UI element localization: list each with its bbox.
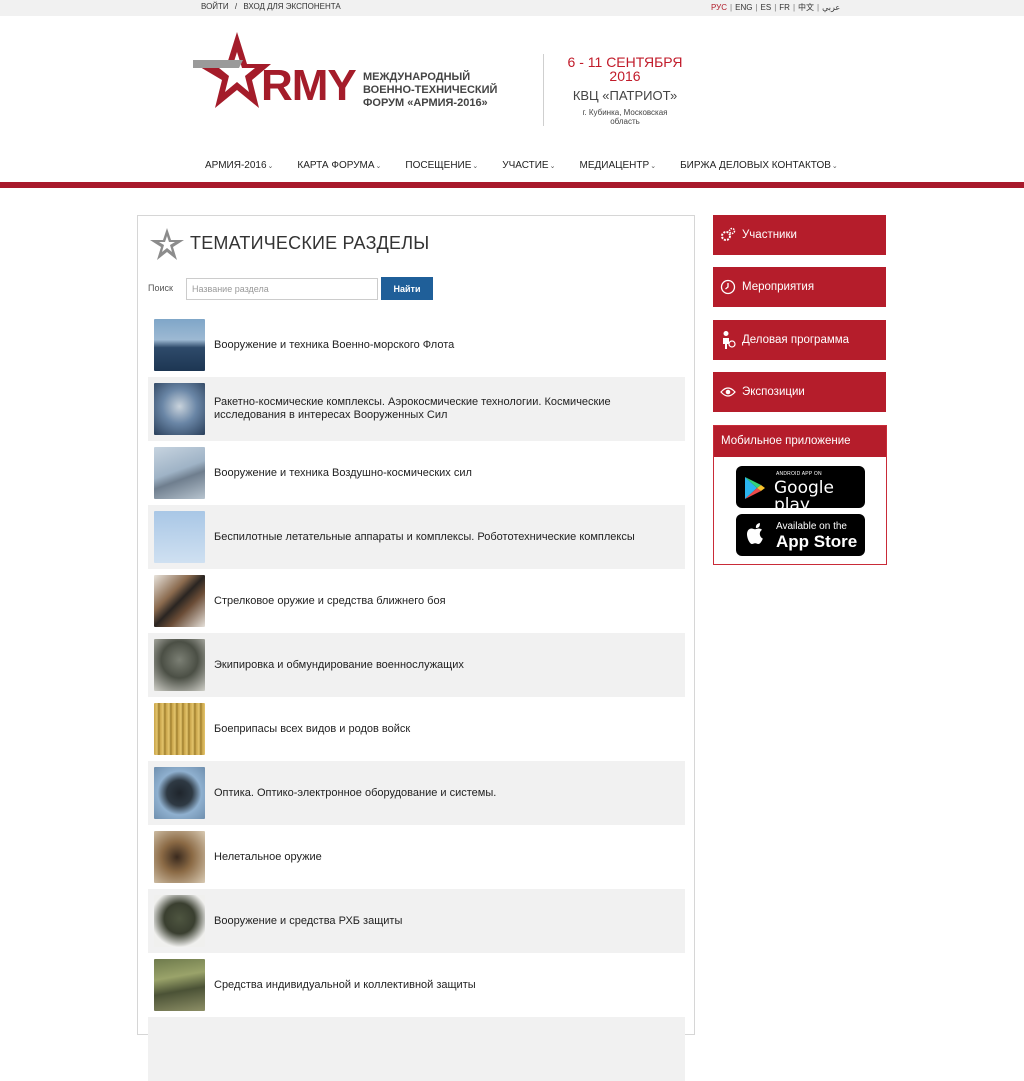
events-button[interactable]: Мероприятия [713,267,886,307]
search-label: Поиск [148,283,173,293]
event-venue: КВЦ «ПАТРИОТ» [572,88,678,103]
list-item[interactable]: Нелетальное оружие [148,825,685,889]
section-label: Средства индивидуальной и коллективной з… [214,978,476,991]
chem-protection-thumbnail [154,895,205,947]
camouflage-thumbnail [154,959,205,1011]
nav-item-participation[interactable]: Участие⌄ [502,160,555,174]
gas-mask-thumbnail [154,639,205,691]
search-button[interactable]: Найти [381,277,433,300]
list-item[interactable]: Стрелковое оружие и средства ближнего бо… [148,569,685,633]
top-utility-bar: Войти / Вход для экспонента РУС | ENG | ES | F… [0,0,1024,16]
participants-button[interactable]: Участники [713,215,886,255]
events-label: Мероприятия [742,281,815,293]
business-program-button[interactable]: Деловая программа [713,320,886,360]
page-title: Тематические разделы [190,233,430,253]
event-info: 6 - 11 СЕНТЯБРЯ 2016 КВЦ «ПАТРИОТ» г. Ку… [560,55,690,126]
forum-name-line2: военно-технический [363,84,498,96]
app-store-big-text: App Store [776,532,858,551]
event-place: г. Кубинка, Московская область [582,108,668,126]
cockpit-thumbnail [154,383,205,435]
clock-icon [719,278,737,296]
forum-name: Международный военно-технический форум «… [363,71,497,110]
app-store-badge[interactable]: Available on the App Store [736,514,865,556]
list-item[interactable]: Ракетно-космические комплексы. Аэрокосми… [148,377,685,441]
rifles-thumbnail [154,575,205,627]
section-label: Вооружение и средства РХБ защиты [214,914,403,927]
exhibitor-login-link[interactable]: Вход для экспонента [243,2,340,11]
nav-item-business-exchange[interactable]: Биржа деловых контактов⌄ [680,160,838,174]
nav-item-army-2016[interactable]: Армия-2016⌄ [205,160,273,174]
list-item[interactable]: Беспилотные летательные аппараты и компл… [148,505,685,569]
lang-fr[interactable]: FR [779,3,790,12]
expositions-label: Экспозиции [742,386,805,398]
section-label: Беспилотные летательные аппараты и компл… [214,530,635,543]
event-dates-line1: 6 - 11 СЕНТЯБРЯ [567,54,683,70]
list-item[interactable]: Вооружение и средства РХБ защиты [148,889,685,953]
google-play-small-text: ANDROID APP ON [776,471,822,477]
list-item[interactable]: Средства индивидуальной и коллективной з… [148,953,685,1017]
google-play-badge[interactable]: ANDROID APP ON Google play [736,466,865,514]
mobile-app-box: Мобильное приложение ANDROID APP ON Goog… [713,425,887,565]
apple-icon [747,523,763,544]
list-item[interactable]: Вооружение и техника Воздушно-космически… [148,441,685,505]
nav-divider-bar [0,182,1024,188]
login-link[interactable]: Войти [201,2,229,11]
fighter-jet-thumbnail [154,447,205,499]
lang-es[interactable]: ES [761,3,772,12]
event-dates: 6 - 11 СЕНТЯБРЯ 2016 [560,55,690,83]
auth-divider: / [234,2,238,11]
lang-en[interactable]: ENG [735,3,752,12]
thematic-sections-panel: Тематические разделы Поиск Найти Вооруже… [137,215,695,1081]
navy-ship-thumbnail [154,319,205,371]
section-label: Вооружение и техника Воздушно-космически… [214,466,472,479]
lang-ru[interactable]: РУС [711,3,727,12]
gears-icon [719,226,737,244]
list-item[interactable]: Оптика. Оптико-электронное оборудование … [148,761,685,825]
list-item[interactable] [148,1017,685,1081]
optics-thumbnail [154,767,205,819]
eye-icon [719,383,737,401]
expositions-button[interactable]: Экспозиции [713,372,886,412]
logo-wordmark: RMY [261,61,357,110]
list-item[interactable]: Экипировка и обмундирование военнослужащ… [148,633,685,697]
section-label: Ракетно-космические комплексы. Аэрокосми… [214,396,611,421]
forum-name-line1: Международный [363,71,471,83]
section-label: Оптика. Оптико-электронное оборудование … [214,786,497,799]
ammunition-thumbnail [154,703,205,755]
business-program-label: Деловая программа [742,334,850,346]
army-logo[interactable]: RMY Международный военно-технический фор… [193,30,505,110]
app-store-small-text: Available on the [776,521,847,532]
section-label: Экипировка и обмундирование военнослужащ… [214,658,464,671]
list-item[interactable]: Боеприпасы всех видов и родов войск [148,697,685,761]
google-play-big-text: Google play [774,478,834,515]
event-year: 2016 [609,68,641,84]
dog-thumbnail [154,831,205,883]
forum-name-line3: форум «Армия-2016» [363,97,488,109]
main-nav: Армия-2016⌄ Карта форума⌄ Посещение⌄ Уча… [205,160,862,174]
section-label: Боеприпасы всех видов и родов войск [214,722,411,735]
mobile-app-title: Мобильное приложение [714,426,886,457]
lang-zh[interactable]: 中文 [798,3,814,12]
list-item[interactable]: Вооружение и техника Военно-морского Фло… [148,313,685,377]
lang-ar[interactable]: عربي [822,3,840,12]
nav-item-forum-map[interactable]: Карта форума⌄ [297,160,381,174]
nav-item-visit[interactable]: Посещение⌄ [405,160,478,174]
auth-links: Войти / Вход для экспонента [201,2,341,11]
nav-item-media-center[interactable]: Медиацентр⌄ [579,160,656,174]
drone-thumbnail [154,511,205,563]
search-input[interactable] [186,278,378,300]
google-play-icon [745,477,765,499]
language-switcher: РУС | ENG | ES | FR | 中文 | عربي [711,3,841,12]
star-icon [150,228,184,260]
section-label: Нелетальное оружие [214,850,322,863]
sections-list: Вооружение и техника Военно-морского Фло… [148,313,685,1081]
participants-label: Участники [742,229,797,241]
header-divider [543,54,544,126]
section-label: Стрелковое оружие и средства ближнего бо… [214,594,446,607]
speaker-icon [719,331,737,349]
section-label: Вооружение и техника Военно-морского Фло… [214,338,455,351]
